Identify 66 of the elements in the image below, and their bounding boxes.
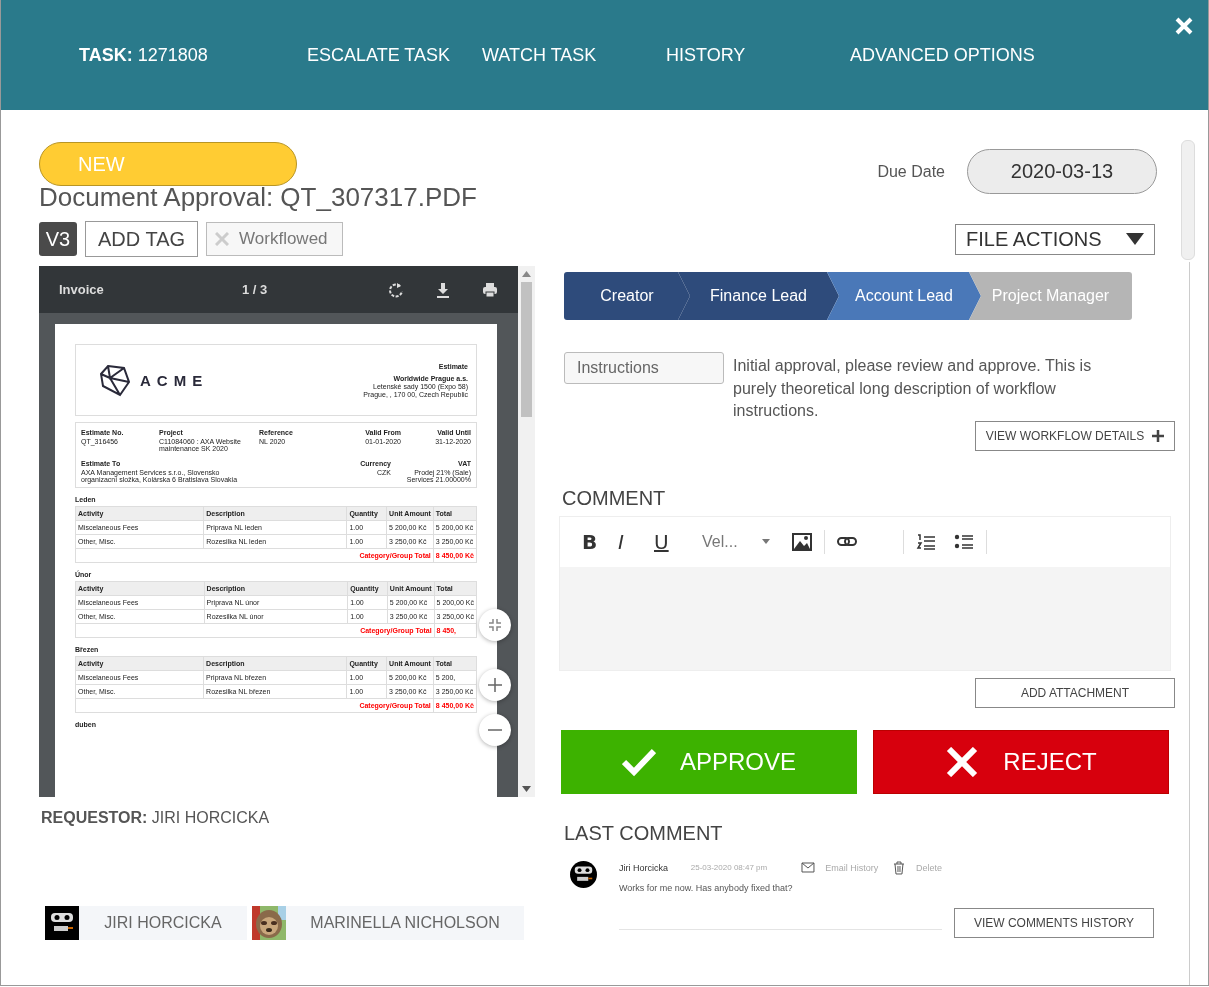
close-icon[interactable] [1174, 16, 1194, 36]
due-date-field[interactable]: 2020-03-13 [967, 149, 1157, 194]
view-workflow-details-button[interactable]: VIEW WORKFLOW DETAILS [975, 420, 1175, 451]
comment-time: 25-03-2020 08:47 pm [690, 863, 769, 872]
caret-icon [1126, 233, 1144, 245]
comment-editor[interactable]: B I U Vel... [559, 515, 1171, 671]
robot-avatar-icon [45, 906, 79, 940]
scrollbar-thumb[interactable] [521, 282, 532, 417]
scroll-down-icon[interactable] [522, 786, 531, 792]
tag[interactable]: Workflowed [206, 222, 343, 256]
plus-icon [1152, 429, 1165, 442]
nav-link[interactable]: TASK: 1271808 [79, 44, 208, 66]
bold-button[interactable]: B [582, 529, 618, 554]
add-tag-button[interactable]: ADD TAG [85, 221, 199, 257]
cross-icon [945, 746, 980, 777]
minus-icon [487, 729, 503, 731]
fit-screen-icon [487, 617, 503, 633]
plus-icon [487, 677, 503, 693]
workflow-step[interactable]: Account Lead [827, 272, 981, 320]
font-dropdown[interactable]: Vel... [702, 532, 762, 551]
nav-link[interactable]: ESCALATE TASK [307, 44, 451, 66]
nav-link[interactable]: HISTORY [666, 44, 746, 66]
participant-chip[interactable]: JIRI HORCICKA [45, 906, 247, 940]
view-comments-history-button[interactable]: VIEW COMMENTS HISTORY [954, 907, 1154, 938]
image-icon[interactable] [792, 532, 812, 551]
approve-button[interactable]: APPROVE [561, 729, 857, 794]
section-heading: LAST COMMENT [564, 821, 724, 845]
version-badge: V3 [39, 222, 77, 256]
add-attachment-button[interactable]: ADD ATTACHMENT [975, 677, 1175, 708]
instructions-text: Initial approval, please review and approve. This is purely theoretical long description of workflow instructions. [733, 356, 1093, 421]
requestor-text: REQUESTOR: JIRI HORCICKA [41, 809, 271, 827]
section-heading: COMMENT [562, 486, 667, 510]
robot-avatar-icon [570, 860, 597, 888]
italic-button[interactable]: I [618, 529, 654, 554]
instructions-label: Instructions [564, 352, 724, 384]
print-icon[interactable] [482, 281, 498, 298]
viewer-title: Invoice [59, 282, 105, 297]
check-icon [621, 746, 656, 777]
nav-link[interactable]: ADVANCED OPTIONS [850, 44, 1035, 66]
due-date-label: Due Date [877, 162, 945, 181]
participant-chip[interactable]: MARINELLA NICHOLSON [252, 906, 524, 940]
numbered-list-icon[interactable] [916, 532, 936, 551]
comment-author: Jiri Horcicka [619, 862, 669, 873]
workflow-step[interactable]: Finance Lead [678, 272, 839, 320]
tag-label: Workflowed [239, 229, 328, 249]
trash-icon[interactable] [892, 860, 906, 875]
status-badge: NEW [39, 142, 297, 186]
logo-text: ACME [140, 371, 209, 389]
scroll-up-icon[interactable] [522, 271, 531, 277]
cube-icon [100, 363, 130, 397]
scrollbar-thumb[interactable] [1181, 140, 1195, 260]
workflow-step[interactable]: Creator [564, 272, 690, 320]
page-counter: 1 / 3 [242, 282, 269, 297]
reject-button[interactable]: REJECT [873, 729, 1169, 794]
comment-text: Works for me now. Has anybody fixed that? [619, 882, 794, 893]
nav-link[interactable]: WATCH TASK [482, 44, 597, 66]
zoom-out-button[interactable] [479, 714, 511, 746]
mail-icon[interactable] [801, 862, 816, 873]
caret-icon[interactable] [762, 539, 770, 544]
rotate-icon[interactable] [388, 281, 404, 298]
bullet-list-icon[interactable] [954, 532, 974, 551]
zoom-in-button[interactable] [479, 669, 511, 701]
file-actions-dropdown[interactable]: FILE ACTIONS [955, 223, 1155, 255]
underline-button[interactable]: U [654, 529, 690, 554]
fit-page-button[interactable] [479, 609, 511, 641]
download-icon[interactable] [435, 281, 451, 298]
